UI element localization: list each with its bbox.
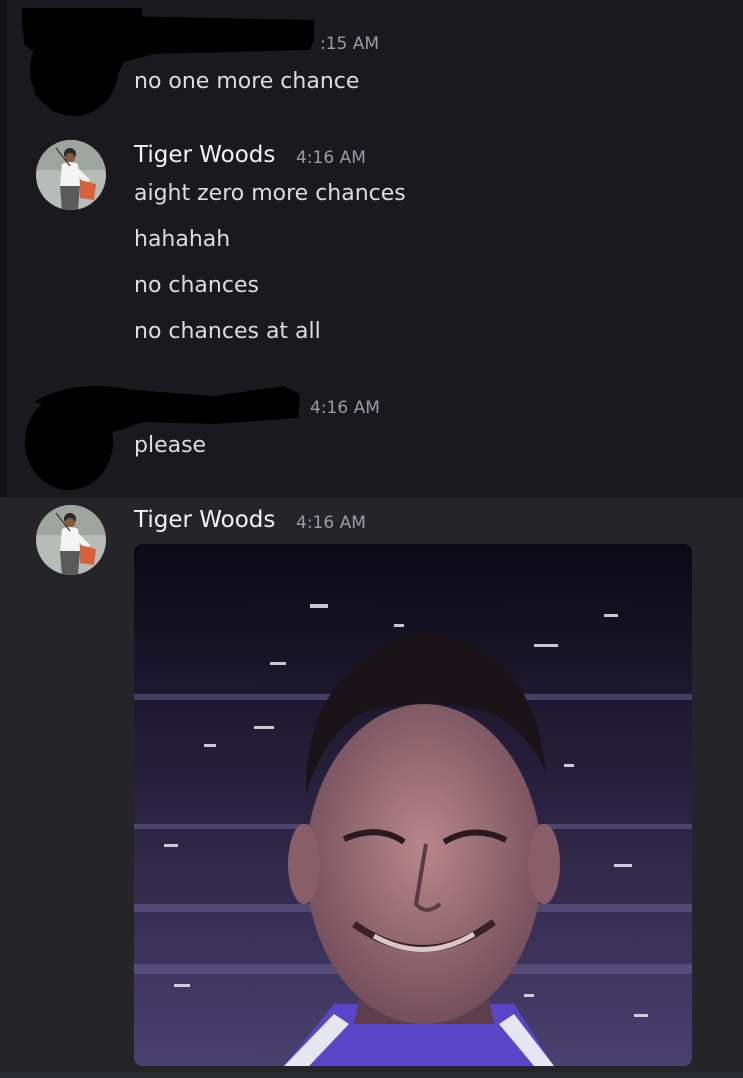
message-timestamp: 4:16 AM (296, 148, 366, 168)
redacted-author (25, 386, 300, 490)
attachment-image (134, 544, 692, 1066)
message-text[interactable]: no one more chance (134, 69, 359, 94)
message-group: :15 AM no one more chance (0, 0, 743, 130)
message-timestamp: :15 AM (320, 34, 380, 54)
user-avatar[interactable] (36, 140, 106, 210)
chat-view: :15 AM no one more chance Tiger Woods 4:… (0, 0, 743, 1078)
message-group: Tiger Woods 4:16 AM aight zero more chan… (0, 130, 743, 362)
message-author[interactable]: Tiger Woods (134, 142, 275, 168)
message-timestamp: 4:16 AM (310, 398, 380, 418)
redacted-author (22, 8, 314, 116)
golfer-avatar-icon (36, 505, 106, 575)
user-avatar[interactable] (36, 505, 106, 575)
message-text[interactable]: please (134, 433, 206, 458)
bottom-divider (0, 1072, 743, 1078)
message-author[interactable]: Tiger Woods (134, 507, 275, 533)
message-text[interactable]: no chances at all (134, 319, 321, 344)
golfer-avatar-icon (36, 140, 106, 210)
message-text[interactable]: no chances (134, 273, 259, 298)
message-text[interactable]: aight zero more chances (134, 181, 406, 206)
message-group: 4:16 AM please (0, 362, 743, 497)
message-text[interactable]: hahahah (134, 227, 230, 252)
image-attachment[interactable] (134, 544, 692, 1066)
message-timestamp: 4:16 AM (296, 513, 366, 533)
